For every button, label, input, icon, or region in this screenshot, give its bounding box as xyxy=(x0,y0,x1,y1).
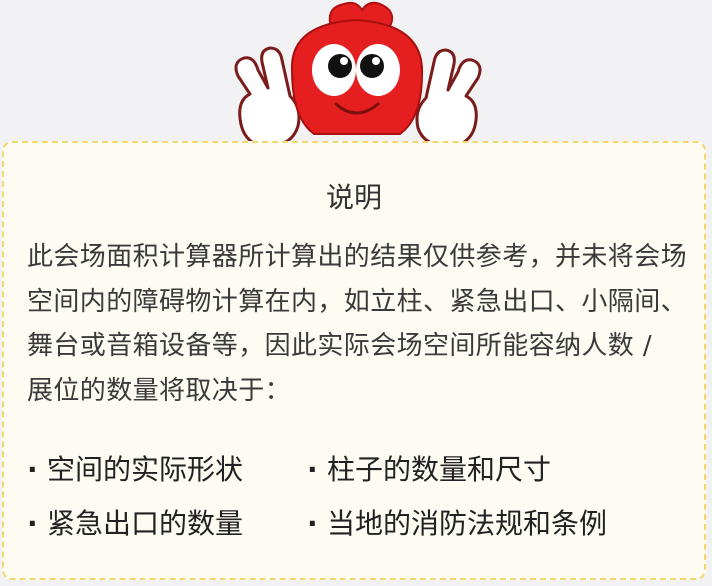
factor-label: 柱子的数量和尺寸 xyxy=(327,453,552,486)
bullet-icon: · xyxy=(307,507,318,540)
factor-label: 空间的实际形状 xyxy=(47,453,244,486)
factor-label: 紧急出口的数量 xyxy=(47,507,244,540)
notice-card: 说明 此会场面积计算器所计算出的结果仅供参考，并未将会场空间内的障碍物计算在内，… xyxy=(2,141,706,580)
right-hand-icon xyxy=(415,48,482,148)
bullet-icon: · xyxy=(307,453,318,486)
bullet-icon: · xyxy=(27,453,38,486)
factor-item: · 当地的消防法规和条例 xyxy=(307,506,607,542)
factor-label: 当地的消防法规和条例 xyxy=(327,507,608,540)
mascot-head-icon xyxy=(290,18,424,135)
bullet-icon: · xyxy=(27,507,38,540)
notice-title: 说明 xyxy=(325,181,382,214)
factor-item: · 空间的实际形状 xyxy=(27,452,243,488)
factor-item: · 紧急出口的数量 xyxy=(27,506,243,542)
mascot-illustration xyxy=(234,1,482,148)
notice-body: 此会场面积计算器所计算出的结果仅供参考，并未将会场空间内的障碍物计算在内，如立柱… xyxy=(27,242,688,406)
factor-item: · 柱子的数量和尺寸 xyxy=(307,452,551,488)
left-hand-icon xyxy=(234,46,301,148)
